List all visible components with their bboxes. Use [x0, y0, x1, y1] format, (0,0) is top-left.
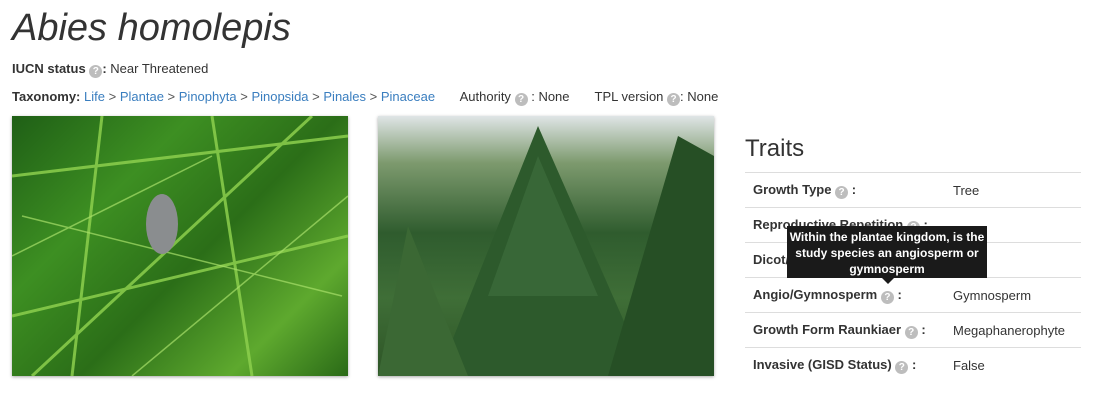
help-icon[interactable]: ?	[514, 93, 528, 106]
cone-shape	[146, 194, 178, 254]
fir-tree-image	[378, 126, 714, 376]
taxonomy-link-life[interactable]: Life	[84, 89, 105, 104]
traits-heading: Traits	[745, 135, 805, 162]
tpl-version-value: None	[687, 89, 719, 104]
help-icon[interactable]: ?	[89, 65, 103, 78]
help-icon[interactable]: ?	[667, 93, 681, 106]
taxonomy-label: Taxonomy:	[12, 89, 81, 104]
taxonomy-link-pinophyta[interactable]: Pinophyta	[179, 89, 237, 104]
table-row: Growth Form Raunkiaer ? : Megaphanerophy…	[745, 312, 1081, 348]
fir-branch-image	[12, 116, 348, 376]
help-icon[interactable]: ?	[895, 360, 909, 374]
help-tooltip: Within the plantae kingdom, is the study…	[787, 226, 987, 284]
taxonomy-row: Taxonomy: Life > Plantae > Pinophyta > P…	[12, 89, 719, 106]
help-icon[interactable]: ?	[904, 325, 918, 339]
trait-label-growth-type: Growth Type	[753, 181, 832, 197]
iucn-status-row: IUCN status ?: Near Threatened	[12, 61, 209, 78]
taxonomy-link-plantae[interactable]: Plantae	[120, 89, 164, 104]
trait-value-angio-gymnosperm: Gymnosperm	[945, 277, 1081, 313]
species-photo-tree[interactable]	[378, 116, 714, 376]
help-icon[interactable]: ?	[835, 185, 849, 199]
authority-value: None	[538, 89, 570, 104]
tpl-version-label: TPL version	[594, 89, 664, 104]
table-row: Angio/Gymnosperm ? : Gymnosperm	[745, 277, 1081, 313]
trait-value-growth-type: Tree	[945, 172, 1081, 208]
trait-value-growth-form-raunkiaer: Megaphanerophyte	[945, 312, 1081, 348]
trait-label-growth-form-raunkiaer: Growth Form Raunkiaer	[753, 321, 902, 337]
authority-label: Authority	[459, 89, 511, 104]
trait-label-angio-gymnosperm: Angio/Gymnosperm	[753, 286, 878, 302]
species-photo-branch[interactable]	[12, 116, 348, 376]
taxonomy-link-pinopsida[interactable]: Pinopsida	[251, 89, 308, 104]
iucn-status-value: Near Threatened	[110, 61, 209, 76]
trait-value-invasive: False	[945, 347, 1081, 382]
table-row: Invasive (GISD Status) ? : False	[745, 347, 1081, 382]
taxonomy-link-pinales[interactable]: Pinales	[323, 89, 366, 104]
taxonomy-link-pinaceae[interactable]: Pinaceae	[381, 89, 435, 104]
iucn-status-label: IUCN status	[12, 61, 86, 76]
species-title: Abies homolepis	[12, 7, 291, 49]
table-row: Growth Type ? : Tree	[745, 172, 1081, 208]
help-icon[interactable]: ?	[880, 290, 894, 304]
trait-label-invasive: Invasive (GISD Status)	[753, 356, 892, 372]
